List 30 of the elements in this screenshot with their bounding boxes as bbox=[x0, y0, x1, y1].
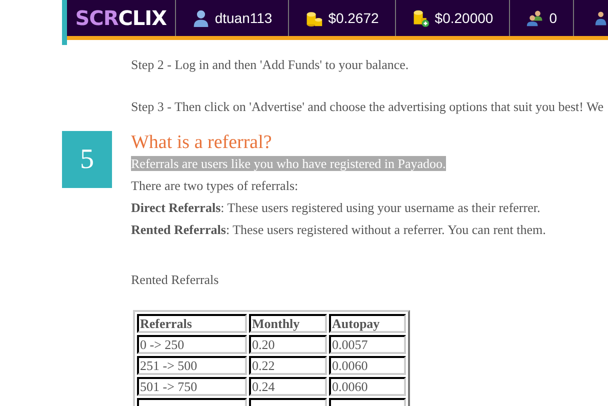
table-cell: 0.0060 bbox=[329, 377, 406, 396]
stat-value: $0.20000 bbox=[434, 10, 494, 26]
table-cell: 251 -> 500 bbox=[137, 356, 247, 375]
highlighted-text: Referrals are users like you who have registered in Payadoo. bbox=[131, 156, 446, 171]
column-header: Monthly bbox=[249, 314, 327, 333]
table-cell: 0.22 bbox=[249, 356, 327, 375]
column-header: Referrals bbox=[137, 314, 247, 333]
user-icon bbox=[192, 9, 210, 27]
stat-value: 0 bbox=[549, 10, 557, 26]
coins-icon bbox=[305, 9, 324, 27]
table-cell: 0 -> 250 bbox=[137, 335, 247, 354]
people-icon bbox=[526, 9, 544, 27]
paragraph: Direct Referrals: These users registered using your username as their referrer. bbox=[131, 199, 542, 217]
table-cell: 0.0060 bbox=[329, 356, 406, 375]
side-accent bbox=[62, 0, 67, 45]
section-title: What is a referral? bbox=[131, 131, 273, 155]
table-title: Rented Referrals bbox=[131, 272, 220, 288]
table-cell: 0.0057 bbox=[329, 335, 406, 354]
coins-add-icon bbox=[412, 9, 430, 27]
step-text: Step 3 - Then click on 'Advertise' and choose the advertising options that suit you best! We bbox=[131, 99, 605, 115]
table-cell: 0.24 bbox=[249, 377, 327, 396]
table-cell: 501 -> 750 bbox=[137, 377, 247, 396]
stat-value: $0.2672 bbox=[328, 10, 379, 26]
step-number: 5 bbox=[62, 131, 112, 188]
paragraph: Rented Referrals: These users registered without a referrer. You can rent them. bbox=[131, 221, 546, 239]
column-header: Autopay bbox=[329, 314, 406, 333]
paragraph: There are two types of referrals: bbox=[131, 177, 300, 195]
stat-value: dtuan113 bbox=[214, 10, 272, 26]
table-cell: 0.20 bbox=[249, 335, 327, 354]
step-text: Step 2 - Log in and then 'Add Funds' to your balance. bbox=[131, 57, 410, 73]
